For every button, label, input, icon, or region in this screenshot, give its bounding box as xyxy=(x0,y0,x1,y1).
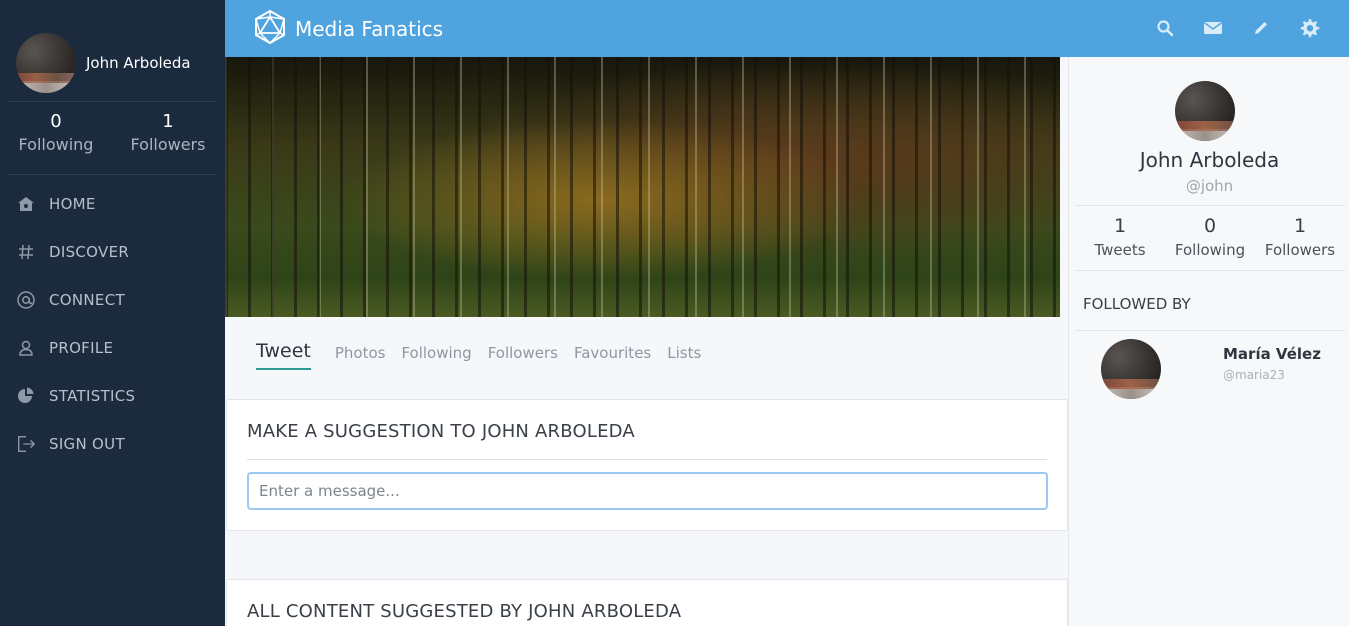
sidebar-nav: HOME DISCOVER CONNECT PROFILE STATISTICS xyxy=(0,180,225,468)
pie-chart-icon xyxy=(16,386,36,406)
message-input[interactable] xyxy=(247,472,1048,510)
sidebar-item-home[interactable]: HOME xyxy=(0,180,225,228)
user-icon xyxy=(16,338,36,358)
sidebar-user[interactable]: John Arboleda xyxy=(16,33,191,93)
stat-label: Tweets xyxy=(1094,241,1146,259)
stat-value: 0 xyxy=(50,111,62,132)
sidebar-item-label: CONNECT xyxy=(49,291,125,309)
tab-tweet[interactable]: Tweet xyxy=(256,340,311,370)
sidebar-item-profile[interactable]: PROFILE xyxy=(0,324,225,372)
sidebar-item-label: SIGN OUT xyxy=(49,435,125,453)
cover-image xyxy=(225,57,1060,317)
divider xyxy=(8,101,216,102)
divider xyxy=(247,459,1047,460)
brand[interactable]: Media Fanatics xyxy=(253,9,444,48)
sidebar-item-discover[interactable]: DISCOVER xyxy=(0,228,225,276)
sidebar-user-name[interactable]: John Arboleda xyxy=(86,54,191,72)
profile-stat-following[interactable]: 0 Following xyxy=(1165,214,1255,262)
gear-icon[interactable] xyxy=(1297,15,1321,41)
divider xyxy=(1075,270,1345,271)
at-icon xyxy=(16,290,36,310)
sidebar-stat-followers[interactable]: 1 Followers xyxy=(112,110,224,156)
sidebar-item-label: PROFILE xyxy=(49,339,114,357)
tab-following[interactable]: Following xyxy=(401,344,471,370)
followed-by-title: FOLLOWED BY xyxy=(1083,295,1191,313)
profile-handle: @john xyxy=(1185,177,1234,195)
suggestion-title: MAKE A SUGGESTION TO JOHN ARBOLEDA xyxy=(247,421,635,442)
follower-handle: @maria23 xyxy=(1223,368,1285,382)
sidebar-item-label: STATISTICS xyxy=(49,387,136,405)
sidebar-item-label: HOME xyxy=(49,195,96,213)
avatar[interactable] xyxy=(16,33,76,93)
tab-favourites[interactable]: Favourites xyxy=(574,344,651,370)
sidebar-item-statistics[interactable]: STATISTICS xyxy=(0,372,225,420)
suggestion-card: MAKE A SUGGESTION TO JOHN ARBOLEDA xyxy=(226,399,1068,531)
profile-panel: John Arboleda @john 1 Tweets 0 Following… xyxy=(1068,57,1349,626)
app-title: Media Fanatics xyxy=(295,17,444,41)
sign-out-icon xyxy=(16,434,36,454)
profile-stat-followers[interactable]: 1 Followers xyxy=(1255,214,1345,262)
divider xyxy=(1075,330,1345,331)
profile-stats: 1 Tweets 0 Following 1 Followers xyxy=(1075,214,1345,262)
stat-value: 1 xyxy=(1113,215,1127,237)
divider xyxy=(8,174,216,175)
avatar[interactable] xyxy=(1175,81,1235,141)
home-icon xyxy=(16,194,36,214)
profile-tabs: Tweet Photos Following Followers Favouri… xyxy=(256,340,717,370)
suggested-content-title: ALL CONTENT SUGGESTED BY JOHN ARBOLEDA xyxy=(247,601,682,622)
stat-value: 0 xyxy=(1203,215,1217,237)
sidebar-stats: 0 Following 1 Followers xyxy=(0,110,225,156)
stat-label: Followers xyxy=(1264,241,1336,259)
logo-icon xyxy=(253,9,287,48)
avatar[interactable] xyxy=(1101,339,1161,399)
profile-stat-tweets[interactable]: 1 Tweets xyxy=(1075,214,1165,262)
top-bar: Media Fanatics xyxy=(225,0,1349,57)
stat-value: 1 xyxy=(1293,215,1307,237)
tab-followers[interactable]: Followers xyxy=(488,344,558,370)
tab-lists[interactable]: Lists xyxy=(667,344,701,370)
divider xyxy=(1075,205,1345,206)
sidebar-item-sign-out[interactable]: SIGN OUT xyxy=(0,420,225,468)
search-icon[interactable] xyxy=(1153,15,1177,41)
mail-icon[interactable] xyxy=(1201,15,1225,41)
sidebar-item-label: DISCOVER xyxy=(49,243,130,261)
sidebar: John Arboleda 0 Following 1 Followers HO… xyxy=(0,0,225,626)
pencil-icon[interactable] xyxy=(1249,15,1273,41)
hash-icon xyxy=(16,242,36,262)
follower-name[interactable]: María Vélez xyxy=(1223,345,1321,363)
stat-label: Following xyxy=(1174,241,1246,259)
tab-photos[interactable]: Photos xyxy=(335,344,386,370)
suggested-content-card: ALL CONTENT SUGGESTED BY JOHN ARBOLEDA xyxy=(226,579,1068,626)
header-actions xyxy=(1129,15,1321,41)
stat-label: Following xyxy=(18,135,94,154)
stat-value: 1 xyxy=(162,111,174,132)
sidebar-stat-following[interactable]: 0 Following xyxy=(0,110,112,156)
stat-label: Followers xyxy=(130,135,206,154)
profile-name: John Arboleda xyxy=(1139,148,1280,172)
sidebar-item-connect[interactable]: CONNECT xyxy=(0,276,225,324)
